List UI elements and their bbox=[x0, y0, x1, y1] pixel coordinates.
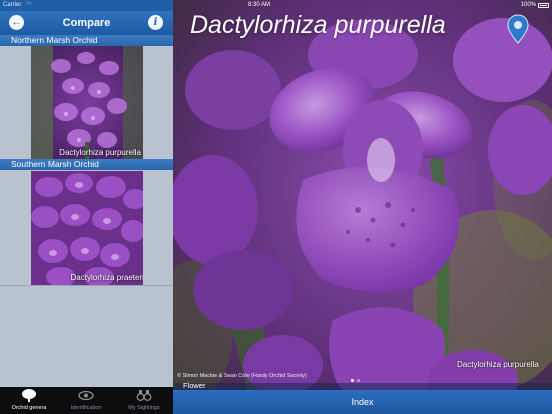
map-pin-icon[interactable] bbox=[507, 14, 529, 44]
tab-my-sightings[interactable]: My Sightings bbox=[115, 387, 173, 414]
section-label-flower[interactable]: Flower bbox=[183, 381, 206, 390]
page-indicator[interactable] bbox=[351, 369, 363, 382]
battery-icon bbox=[538, 3, 549, 8]
compare-panel: Carrier ◠ ← Compare i Northern Marsh Orc… bbox=[0, 0, 173, 414]
wifi-icon: ◠ bbox=[26, 2, 32, 8]
photo-caption: Dactylorhiza purpurella bbox=[457, 360, 539, 369]
section-header: Southern Marsh Orchid bbox=[0, 159, 173, 170]
orchid-thumbnail[interactable]: Dactylorhiza praetermissa bbox=[31, 171, 143, 285]
tree-icon bbox=[22, 389, 36, 402]
tab-label: Identification bbox=[70, 405, 102, 411]
orchid-thumbnail[interactable]: Dactylorhiza purpurella bbox=[31, 46, 143, 160]
species-title: Dactylorhiza purpurella bbox=[190, 11, 446, 39]
status-time: 8:30 AM bbox=[248, 2, 271, 8]
status-bar-left: Carrier ◠ bbox=[0, 0, 173, 11]
divider bbox=[0, 285, 173, 286]
info-button[interactable]: i bbox=[148, 15, 163, 30]
page-dot bbox=[357, 379, 360, 382]
tab-orchid-genera[interactable]: Orchid genera bbox=[0, 387, 58, 414]
eye-icon bbox=[78, 390, 94, 401]
species-detail-panel: 8:30 AM 100% Dactylorhiza purpurella Dac… bbox=[173, 0, 552, 414]
tab-label: Orchid genera bbox=[11, 405, 47, 411]
thumbnail-caption: Dactylorhiza praetermissa bbox=[70, 273, 143, 282]
index-button[interactable]: Index bbox=[173, 390, 552, 414]
photo-credit: © Simon Mackie & Sean Cole (Hardy Orchid… bbox=[177, 373, 307, 379]
carrier-label: Carrier bbox=[3, 2, 22, 8]
orchid-photo[interactable] bbox=[173, 0, 552, 414]
section-tab-bar[interactable]: Flower bbox=[173, 381, 552, 390]
tab-bar: Orchid genera Identification My Sighting… bbox=[0, 387, 173, 414]
nav-bar: ← Compare i bbox=[0, 11, 173, 35]
tab-identification[interactable]: Identification bbox=[57, 387, 115, 414]
thumbnail-caption: Dactylorhiza purpurella bbox=[59, 148, 141, 157]
battery-percent: 100% bbox=[520, 2, 536, 8]
binoculars-icon bbox=[136, 390, 152, 401]
page-dot-active bbox=[351, 379, 354, 382]
section-header: Northern Marsh Orchid bbox=[0, 35, 173, 46]
info-icon: i bbox=[153, 17, 158, 28]
tab-label: My Sightings bbox=[128, 405, 160, 411]
status-bar-right: 8:30 AM 100% bbox=[173, 0, 552, 11]
